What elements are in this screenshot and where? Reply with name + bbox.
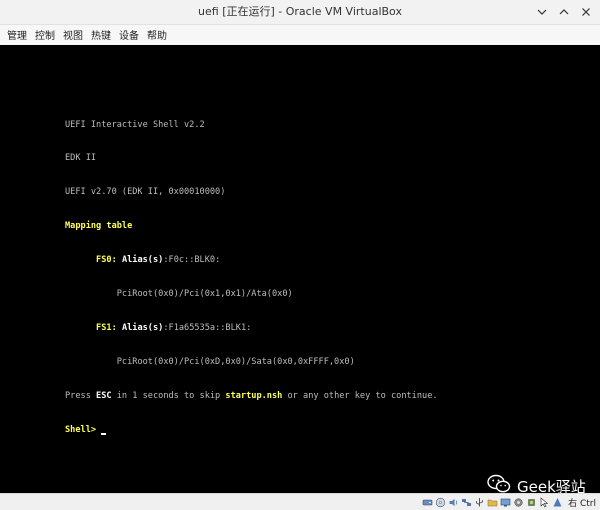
close-button[interactable] (576, 2, 596, 22)
network-icon[interactable] (461, 497, 472, 508)
shell-prompt-line[interactable]: Shell> (65, 425, 438, 436)
fs1-path-line: PciRoot(0x0)/Pci(0xD,0x0)/Sata(0x0,0xFFF… (65, 357, 438, 368)
mapping-table-heading: Mapping table (65, 221, 133, 232)
fs1-path: PciRoot(0x0)/Pci(0xD,0x0)/Sata(0x0,0xFFF… (116, 356, 355, 367)
window-title: uefi [正在运行] - Oracle VM VirtualBox (198, 5, 402, 18)
console-line: UEFI v2.70 (EDK II, 0x00010000) (65, 187, 226, 198)
fs1-entry: FS1: Alias(s):F1a65535a::BLK1: (96, 322, 252, 333)
fs0-path-line: PciRoot(0x0)/Pci(0x1,0x1)/Ata(0x0) (65, 289, 438, 300)
video-capture-icon[interactable] (513, 497, 524, 508)
fs1-alias-value: :F1a65535a::BLK1: (163, 322, 252, 333)
maximize-icon (559, 9, 569, 15)
window-titlebar[interactable]: uefi [正在运行] - Oracle VM VirtualBox (0, 0, 600, 25)
maximize-button[interactable] (554, 2, 574, 22)
shared-folder-icon[interactable] (487, 497, 498, 508)
statusbar: 右 Ctrl (0, 493, 600, 510)
press-text-middle: in 1 seconds to skip (111, 390, 226, 401)
menu-hotkey[interactable]: 热键 (90, 26, 112, 43)
console-line: EDK II (65, 153, 97, 164)
text-cursor (101, 432, 107, 435)
mouse-integration-icon[interactable] (539, 497, 550, 508)
fs0-path: PciRoot(0x0)/Pci(0x1,0x1)/Ata(0x0) (116, 289, 293, 300)
vm-screen[interactable]: UEFI Interactive Shell v2.2 EDK II UEFI … (0, 45, 600, 496)
hard-disk-icon[interactable] (422, 497, 433, 508)
menu-devices[interactable]: 设备 (118, 26, 140, 43)
menu-help[interactable]: 帮助 (146, 26, 168, 43)
fs0-entry: FS0: Alias(s):F0c::BLK0: (96, 255, 221, 266)
press-text: Press (65, 390, 97, 401)
fs0-alias-key: Alias(s) (121, 255, 164, 266)
menu-view[interactable]: 视图 (62, 26, 84, 43)
shell-prompt: Shell> (65, 424, 97, 435)
fs1-alias-key: Alias(s) (121, 322, 164, 333)
optical-drive-icon[interactable] (435, 497, 446, 508)
display-icon[interactable] (500, 497, 511, 508)
press-text-end: or any other key to continue. (282, 390, 438, 401)
fs0-label: FS0 (96, 255, 112, 266)
fs0-alias-value: :F0c::BLK0: (163, 255, 221, 266)
menu-control[interactable]: 控制 (34, 26, 56, 43)
minimize-icon (537, 9, 547, 15)
usb-icon[interactable] (474, 497, 485, 508)
esc-key-text: ESC (96, 390, 112, 401)
startup-nsh-text: startup.nsh (225, 390, 283, 401)
menubar: 管理 控制 视图 热键 设备 帮助 (0, 25, 600, 44)
status-icons: 右 Ctrl (422, 495, 596, 510)
keyboard-capture-icon[interactable] (552, 497, 563, 508)
cpu-icon[interactable] (526, 497, 537, 508)
window-controls (532, 0, 596, 24)
uefi-console: UEFI Interactive Shell v2.2 EDK II UEFI … (65, 97, 438, 459)
minimize-button[interactable] (532, 2, 552, 22)
host-key-label[interactable]: 右 Ctrl (568, 496, 596, 509)
audio-icon[interactable] (448, 497, 459, 508)
console-line: UEFI Interactive Shell v2.2 (65, 119, 205, 130)
close-icon (582, 8, 590, 16)
press-esc-line: Press ESC in 1 seconds to skip startup.n… (65, 391, 438, 402)
menu-manage[interactable]: 管理 (6, 26, 28, 43)
fs1-label: FS1 (96, 322, 112, 333)
